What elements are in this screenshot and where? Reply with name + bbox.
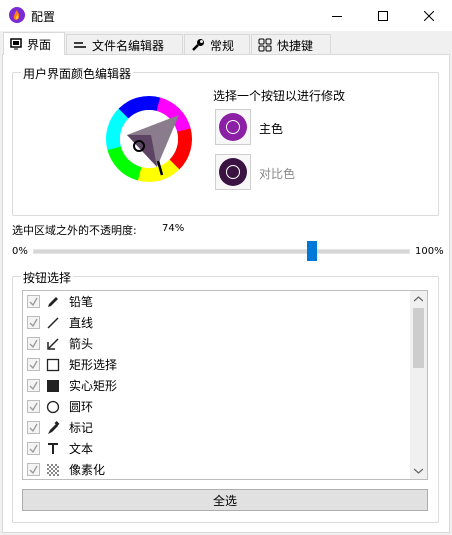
list-item-label: 矩形选择 bbox=[69, 358, 118, 372]
rectangle-outline-icon bbox=[45, 357, 61, 373]
pixelate-icon bbox=[45, 462, 61, 478]
list-item[interactable]: 圆环 bbox=[23, 396, 409, 417]
tab-label: 常规 bbox=[210, 38, 235, 53]
main-color-swatch bbox=[219, 113, 247, 141]
main-color-button[interactable] bbox=[215, 109, 251, 145]
select-all-label: 全选 bbox=[212, 493, 237, 508]
tab-general[interactable]: 常规 bbox=[184, 34, 250, 55]
tab-label: 文件名编辑器 bbox=[92, 38, 165, 53]
checkbox[interactable] bbox=[27, 442, 40, 455]
list-item-label: 直线 bbox=[69, 316, 94, 330]
text-field-icon bbox=[74, 42, 86, 48]
opacity-value: 74% bbox=[162, 223, 185, 234]
list-item[interactable]: 矩形选择 bbox=[23, 354, 409, 375]
color-select-prompt: 选择一个按钮以进行修改 bbox=[213, 89, 346, 103]
pencil-icon bbox=[45, 294, 61, 310]
maximize-button[interactable] bbox=[360, 0, 406, 31]
checkbox[interactable] bbox=[27, 421, 40, 434]
flameshot-app-icon bbox=[9, 7, 25, 23]
monitor-icon bbox=[10, 38, 22, 50]
list-item-label: 文本 bbox=[69, 442, 94, 456]
list-item-label: 箭头 bbox=[69, 337, 94, 351]
minimize-button[interactable] bbox=[314, 0, 360, 31]
wrench-icon bbox=[192, 39, 204, 51]
color-editor-title: 用户界面颜色编辑器 bbox=[21, 65, 134, 82]
grid-icon bbox=[258, 38, 272, 52]
close-button[interactable] bbox=[406, 0, 452, 31]
tab-shortcuts[interactable]: 快捷键 bbox=[251, 34, 331, 55]
window-title: 配置 bbox=[31, 10, 56, 24]
opacity-label: 选中区域之外的不透明度: bbox=[12, 224, 137, 237]
select-all-button[interactable]: 全选 bbox=[22, 489, 428, 511]
list-item-label: 像素化 bbox=[69, 463, 106, 477]
tab-bar: 界面 文件名编辑器 常规 快捷键 bbox=[0, 31, 452, 55]
opacity-slider-track[interactable] bbox=[33, 241, 410, 261]
list-item-label: 圆环 bbox=[69, 400, 94, 414]
tab-label: 快捷键 bbox=[277, 38, 314, 53]
tab-interface[interactable]: 界面 bbox=[3, 32, 65, 55]
opacity-min-label: 0% bbox=[12, 246, 28, 257]
opacity-max-label: 100% bbox=[415, 246, 444, 257]
scroll-down-icon[interactable] bbox=[414, 468, 423, 474]
list-item[interactable]: 像素化 bbox=[23, 459, 409, 479]
scrollbar-thumb[interactable] bbox=[413, 308, 424, 368]
marker-icon bbox=[45, 420, 61, 436]
list-item[interactable]: 铅笔 bbox=[23, 291, 409, 312]
list-item[interactable]: 标记 bbox=[23, 417, 409, 438]
checkbox[interactable] bbox=[27, 400, 40, 413]
list-item-label: 铅笔 bbox=[69, 295, 94, 309]
color-wheel[interactable] bbox=[105, 95, 193, 183]
line-icon bbox=[45, 315, 61, 331]
checkbox[interactable] bbox=[27, 358, 40, 371]
maximize-icon bbox=[378, 10, 388, 21]
scroll-up-icon[interactable] bbox=[414, 296, 423, 302]
button-selection-list: 铅笔 直线 箭头 矩形选择 实心矩形 圆环 标记 文本 像素化 bbox=[22, 290, 428, 480]
color-editor-group: 用户界面颜色编辑器 选择一个按钮以进行修改 主色 对比色 bbox=[12, 65, 439, 216]
list-item[interactable]: 直线 bbox=[23, 312, 409, 333]
minimize-icon bbox=[332, 15, 342, 17]
close-icon bbox=[424, 10, 434, 21]
list-item-label: 标记 bbox=[69, 421, 94, 435]
tab-label: 界面 bbox=[27, 37, 52, 52]
arrow-icon bbox=[45, 336, 61, 352]
main-color-label: 主色 bbox=[259, 122, 284, 136]
filled-rectangle-icon bbox=[45, 378, 61, 394]
list-item[interactable]: 文本 bbox=[23, 438, 409, 459]
tab-filename-editor[interactable]: 文件名编辑器 bbox=[66, 34, 183, 55]
opacity-slider-handle[interactable] bbox=[306, 241, 317, 261]
contrast-color-button[interactable] bbox=[215, 154, 251, 190]
circle-icon bbox=[45, 399, 61, 415]
list-item[interactable]: 箭头 bbox=[23, 333, 409, 354]
title-bar: 配置 bbox=[0, 0, 452, 31]
contrast-color-label: 对比色 bbox=[259, 167, 296, 181]
checkbox[interactable] bbox=[27, 295, 40, 308]
checkbox[interactable] bbox=[27, 337, 40, 350]
list-item[interactable]: 实心矩形 bbox=[23, 375, 409, 396]
checkbox[interactable] bbox=[27, 379, 40, 392]
button-selection-title: 按钮选择 bbox=[21, 269, 74, 286]
contrast-color-swatch bbox=[219, 158, 247, 186]
checkbox[interactable] bbox=[27, 463, 40, 476]
checkbox[interactable] bbox=[27, 316, 40, 329]
list-scrollbar[interactable] bbox=[410, 291, 427, 479]
text-icon bbox=[45, 441, 61, 457]
list-item-label: 实心矩形 bbox=[69, 379, 118, 393]
